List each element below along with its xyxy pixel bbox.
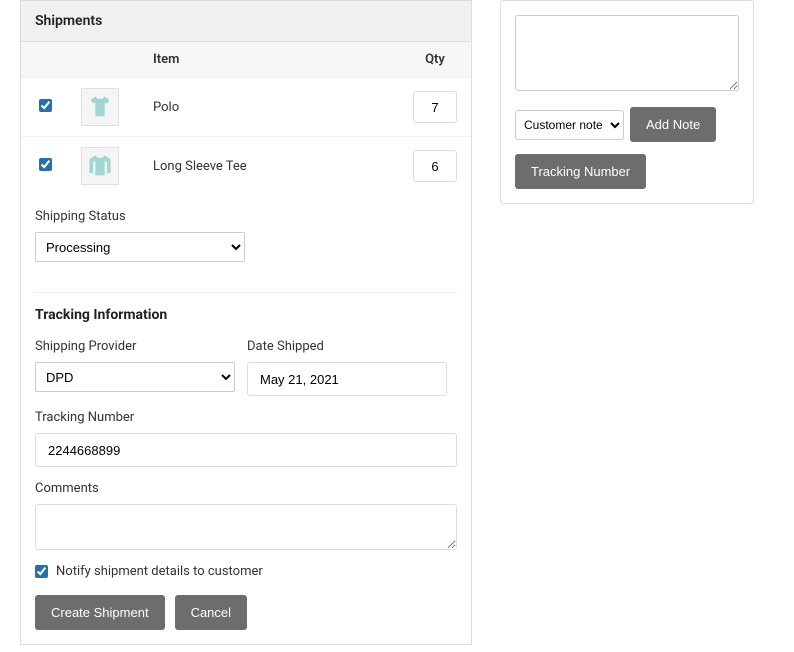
product-thumb [81,147,119,185]
col-checkbox [21,42,69,78]
col-qty: Qty [399,42,471,78]
shipments-title: Shipments [21,1,471,42]
add-note-button[interactable]: Add Note [630,107,716,142]
shipping-status-select[interactable]: Processing [35,232,245,262]
product-name: Long Sleeve Tee [141,137,399,196]
shipping-status-label: Shipping Status [35,209,457,224]
note-textarea[interactable] [515,15,739,91]
col-thumb [69,42,141,78]
notify-label: Notify shipment details to customer [56,564,263,579]
tracking-number-input[interactable] [35,433,457,467]
table-row: Long Sleeve Tee [21,137,471,196]
long-sleeve-icon [86,152,114,180]
product-name: Polo [141,78,399,137]
tracking-number-button[interactable]: Tracking Number [515,154,646,189]
tracking-number-label: Tracking Number [35,410,457,425]
provider-select[interactable]: DPD [35,362,235,392]
row-checkbox[interactable] [39,158,52,171]
comments-textarea[interactable] [35,504,457,550]
shipments-panel: Shipments Item Qty [20,0,472,645]
date-shipped-label: Date Shipped [247,339,447,354]
cancel-button[interactable]: Cancel [175,595,247,630]
date-shipped-input[interactable] [247,362,447,396]
qty-input[interactable] [413,91,457,123]
tracking-title: Tracking Information [35,307,457,323]
notes-panel: Customer note Add Note Tracking Number [500,0,754,204]
note-type-select[interactable]: Customer note [515,110,624,140]
qty-input[interactable] [413,150,457,182]
provider-label: Shipping Provider [35,339,235,354]
product-thumb [81,88,119,126]
comments-label: Comments [35,481,457,496]
polo-icon [86,93,114,121]
shipments-table: Item Qty [21,42,471,195]
col-item: Item [141,42,399,78]
create-shipment-button[interactable]: Create Shipment [35,595,165,630]
table-row: Polo [21,78,471,137]
notify-checkbox[interactable] [35,565,48,578]
row-checkbox[interactable] [39,99,52,112]
